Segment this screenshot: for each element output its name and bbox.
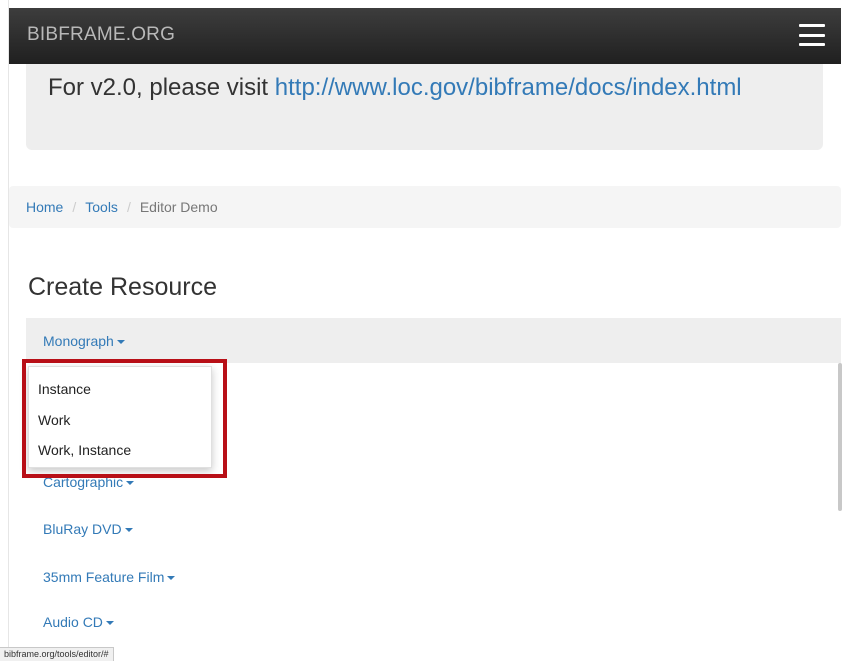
version-notice-text: For v2.0, please visit http://www.loc.go… — [48, 74, 742, 102]
breadcrumb-current: Editor Demo — [139, 199, 218, 215]
page-title: Create Resource — [28, 273, 217, 301]
version-notice: For v2.0, please visit http://www.loc.go… — [26, 64, 823, 150]
menu-audio-cd[interactable]: Audio CD — [43, 614, 114, 630]
docs-link[interactable]: http://www.loc.gov/bibframe/docs/index.h… — [275, 74, 742, 101]
menu-monograph-label: Monograph — [43, 333, 114, 349]
hamburger-line — [799, 33, 825, 37]
hamburger-line — [799, 43, 825, 46]
caret-down-icon — [124, 528, 133, 533]
breadcrumb-home[interactable]: Home — [26, 199, 63, 215]
breadcrumb-separator: / — [72, 199, 77, 215]
window-edge — [0, 0, 9, 660]
resource-menu-active-bar — [26, 318, 841, 363]
menu-35mm-label: 35mm Feature Film — [43, 569, 165, 585]
status-bar-url: bibframe.org/tools/editor/# — [0, 647, 114, 661]
page-scrollbar[interactable] — [838, 363, 842, 511]
menu-bluray-dvd[interactable]: BluRay DVD — [43, 521, 133, 537]
hamburger-line — [799, 24, 825, 27]
menu-audio-cd-label: Audio CD — [43, 614, 103, 630]
menu-monograph[interactable]: Monograph — [43, 333, 125, 349]
menu-35mm-feature-film[interactable]: 35mm Feature Film — [43, 569, 176, 585]
breadcrumb-tools[interactable]: Tools — [85, 199, 118, 215]
breadcrumb: Home / Tools / Editor Demo — [9, 186, 841, 228]
brand-link[interactable]: BIBFRAME.ORG — [27, 24, 175, 46]
annotation-highlight-box — [22, 359, 227, 478]
version-notice-prefix: For v2.0, please visit — [48, 74, 275, 101]
caret-down-icon — [167, 576, 176, 581]
caret-down-icon — [105, 621, 114, 626]
top-navbar: BIBFRAME.ORG — [9, 8, 841, 64]
caret-down-icon — [126, 481, 135, 486]
hamburger-menu-icon[interactable] — [799, 24, 825, 46]
menu-bluray-dvd-label: BluRay DVD — [43, 521, 122, 537]
caret-down-icon — [116, 340, 125, 345]
breadcrumb-separator: / — [126, 199, 131, 215]
